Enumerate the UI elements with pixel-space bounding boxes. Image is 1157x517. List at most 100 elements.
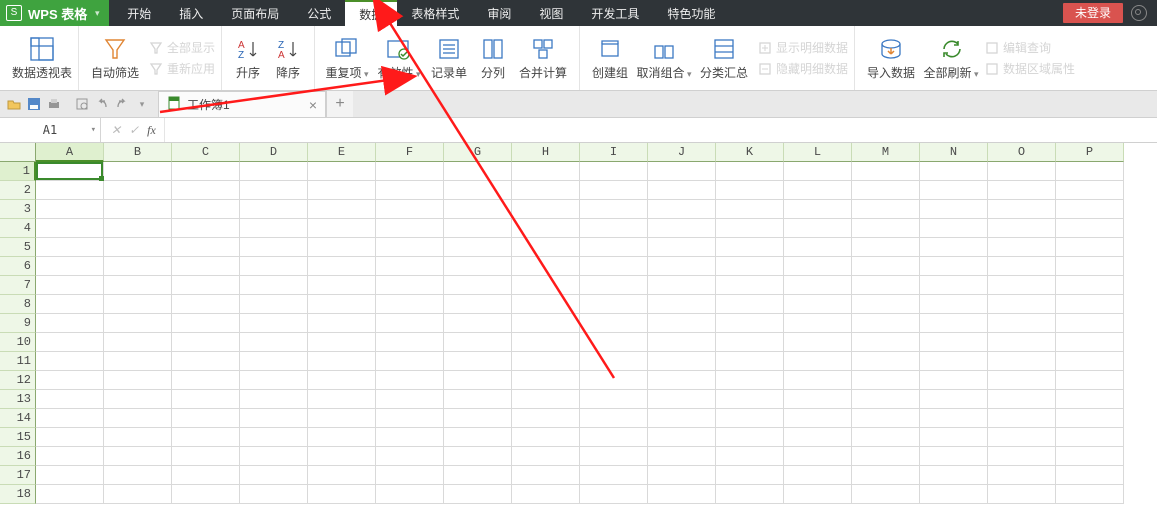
cell[interactable]: [1056, 219, 1124, 238]
cell[interactable]: [376, 390, 444, 409]
settings-icon[interactable]: [1131, 5, 1147, 21]
cell[interactable]: [580, 295, 648, 314]
cell[interactable]: [1056, 333, 1124, 352]
cell[interactable]: [36, 276, 104, 295]
cell[interactable]: [444, 276, 512, 295]
cell[interactable]: [444, 466, 512, 485]
cell[interactable]: [784, 314, 852, 333]
cell[interactable]: [36, 295, 104, 314]
col-header[interactable]: F: [376, 143, 444, 162]
cell[interactable]: [1056, 257, 1124, 276]
cell[interactable]: [580, 238, 648, 257]
cell[interactable]: [308, 428, 376, 447]
row-header[interactable]: 5: [0, 238, 36, 257]
formula-input[interactable]: [164, 118, 1157, 142]
cell[interactable]: [648, 409, 716, 428]
cell[interactable]: [240, 314, 308, 333]
cell[interactable]: [240, 428, 308, 447]
cell[interactable]: [36, 333, 104, 352]
menu-item-6[interactable]: 审阅: [473, 0, 525, 26]
cell[interactable]: [716, 371, 784, 390]
cell[interactable]: [784, 295, 852, 314]
row-header[interactable]: 2: [0, 181, 36, 200]
cell[interactable]: [36, 219, 104, 238]
cell[interactable]: [308, 333, 376, 352]
cell[interactable]: [444, 390, 512, 409]
cell[interactable]: [648, 162, 716, 181]
cell[interactable]: [512, 466, 580, 485]
cell[interactable]: [1056, 466, 1124, 485]
cell[interactable]: [104, 466, 172, 485]
cell-grid[interactable]: ABCDEFGHIJKLMNOP123456789101112131415161…: [0, 143, 1157, 504]
cell[interactable]: [512, 390, 580, 409]
cell[interactable]: [852, 257, 920, 276]
cell[interactable]: [240, 371, 308, 390]
cell[interactable]: [580, 181, 648, 200]
row-header[interactable]: 14: [0, 409, 36, 428]
cell[interactable]: [104, 314, 172, 333]
cell[interactable]: [240, 352, 308, 371]
cell[interactable]: [648, 276, 716, 295]
cell[interactable]: [784, 200, 852, 219]
cell[interactable]: [36, 409, 104, 428]
cell[interactable]: [852, 409, 920, 428]
edit-query-button[interactable]: 编辑查询: [985, 39, 1075, 56]
qa-print-preview-icon[interactable]: [72, 91, 92, 117]
cell[interactable]: [852, 314, 920, 333]
cell[interactable]: [308, 219, 376, 238]
cell[interactable]: [36, 371, 104, 390]
cell[interactable]: [920, 466, 988, 485]
cell[interactable]: [648, 485, 716, 504]
cell[interactable]: [36, 314, 104, 333]
cell[interactable]: [716, 466, 784, 485]
cell[interactable]: [172, 162, 240, 181]
row-header[interactable]: 3: [0, 200, 36, 219]
cell[interactable]: [580, 333, 648, 352]
cell[interactable]: [580, 314, 648, 333]
cell[interactable]: [376, 181, 444, 200]
cell[interactable]: [716, 333, 784, 352]
cell[interactable]: [308, 181, 376, 200]
cell[interactable]: [308, 257, 376, 276]
app-menu-dropdown-icon[interactable]: ▾: [91, 8, 103, 19]
add-tab-button[interactable]: +: [326, 91, 353, 117]
cell[interactable]: [240, 485, 308, 504]
cell[interactable]: [1056, 352, 1124, 371]
cell[interactable]: [784, 390, 852, 409]
menu-item-7[interactable]: 视图: [525, 0, 577, 26]
cell[interactable]: [104, 295, 172, 314]
cell[interactable]: [852, 466, 920, 485]
cell[interactable]: [444, 447, 512, 466]
col-header[interactable]: G: [444, 143, 512, 162]
cell[interactable]: [444, 200, 512, 219]
cell[interactable]: [784, 219, 852, 238]
form-button[interactable]: 记录单: [425, 28, 473, 88]
cell[interactable]: [920, 181, 988, 200]
cell[interactable]: [988, 447, 1056, 466]
cell[interactable]: [784, 371, 852, 390]
cell[interactable]: [308, 371, 376, 390]
cell[interactable]: [444, 428, 512, 447]
cell[interactable]: [920, 390, 988, 409]
app-logo[interactable]: S WPS 表格 ▾: [0, 0, 109, 26]
cell[interactable]: [308, 409, 376, 428]
cell[interactable]: [376, 276, 444, 295]
show-all-button[interactable]: 全部显示: [149, 39, 215, 56]
cell[interactable]: [444, 333, 512, 352]
col-header[interactable]: J: [648, 143, 716, 162]
cell[interactable]: [376, 162, 444, 181]
cell[interactable]: [852, 238, 920, 257]
cell[interactable]: [376, 333, 444, 352]
cell[interactable]: [512, 276, 580, 295]
cell[interactable]: [104, 409, 172, 428]
cell[interactable]: [852, 333, 920, 352]
cell[interactable]: [444, 162, 512, 181]
cell[interactable]: [580, 447, 648, 466]
cell[interactable]: [240, 447, 308, 466]
cell[interactable]: [104, 371, 172, 390]
cell[interactable]: [172, 314, 240, 333]
cell[interactable]: [512, 181, 580, 200]
cell[interactable]: [784, 352, 852, 371]
menu-item-3[interactable]: 公式: [293, 0, 345, 26]
cell[interactable]: [36, 162, 104, 181]
